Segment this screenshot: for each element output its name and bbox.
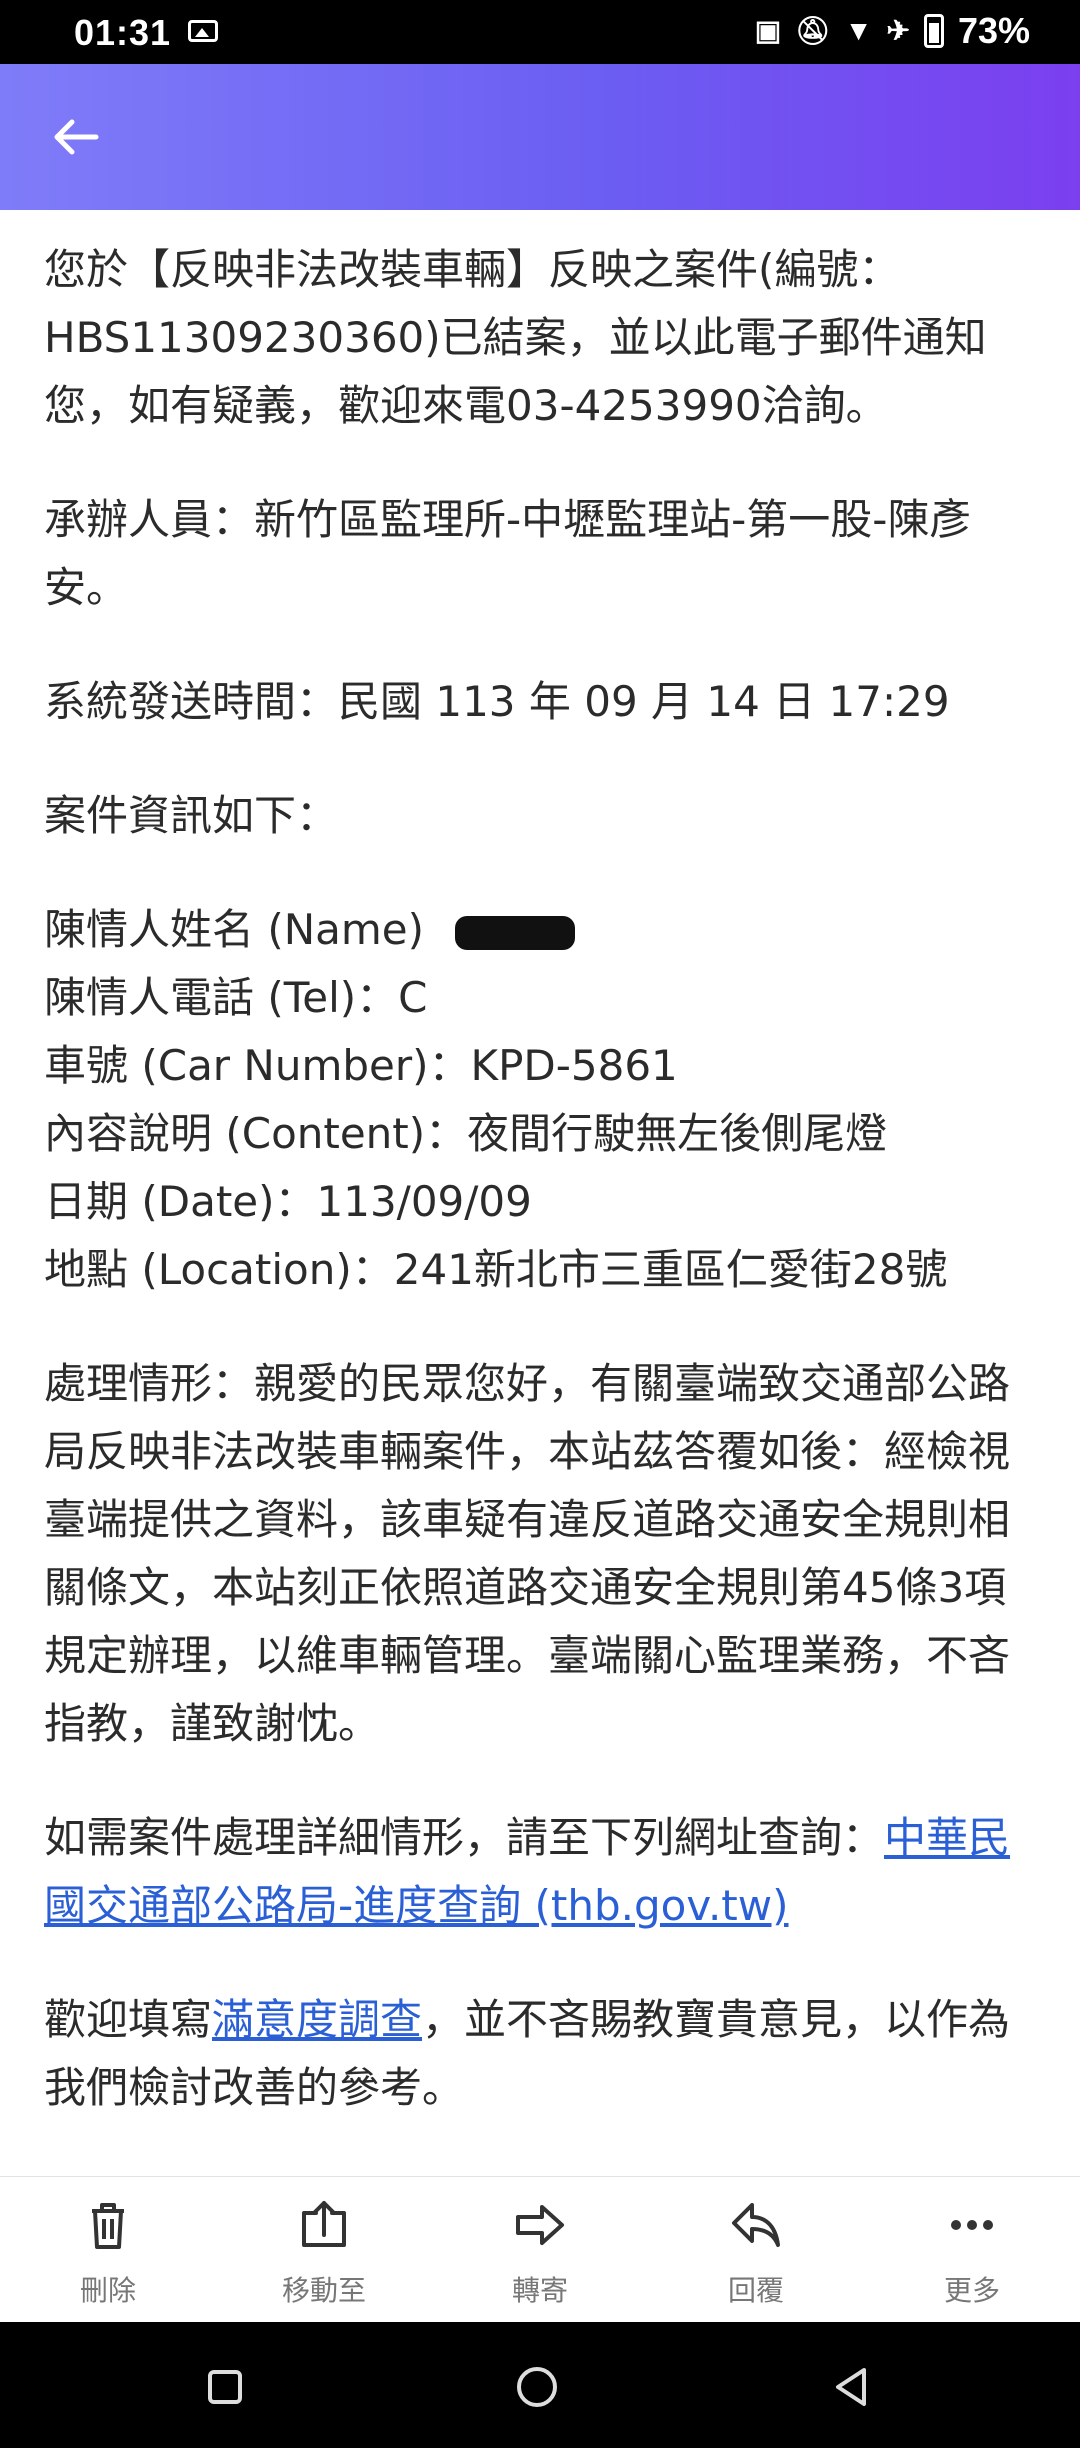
email-action-bar: 刪除 移動至 轉寄 回覆 更多 [0, 2176, 1080, 2323]
forward-label: 轉寄 [511, 2274, 568, 2307]
more-label: 更多 [943, 2274, 1000, 2307]
forward-icon [516, 2205, 564, 2245]
battery-percent: 73% [957, 10, 1030, 51]
move-to-icon [302, 2201, 346, 2247]
system-nav-bar [0, 2322, 1080, 2448]
status-time: 01:31 [74, 12, 172, 53]
case-info-list: 陳情人姓名 (Name) 陳情人電話 (Tel)：C 車號 (Car Numbe… [44, 896, 1044, 1304]
query-text: 如需案件處理詳細情形，請至下列網址查詢： [44, 1813, 885, 1862]
back-arrow-icon[interactable] [46, 107, 106, 167]
home-icon[interactable] [502, 2352, 572, 2422]
info-tel-label: 陳情人電話 (Tel)：C [44, 973, 428, 1022]
status-icons: ▣ 🔕︎ ▼ ✈︎ 73% [755, 10, 1030, 52]
more-button[interactable]: 更多 [864, 2177, 1080, 2323]
case-info-heading: 案件資訊如下： [44, 791, 339, 840]
redacted-name [455, 915, 576, 950]
info-car: 車號 (Car Number)：KPD-5861 [44, 1041, 678, 1090]
info-name: 陳情人姓名 (Name) [44, 896, 1044, 964]
survey-pre: 歡迎填寫 [44, 1995, 213, 2044]
survey-paragraph: 歡迎填寫滿意度調查，並不吝賜教寶貴意見，以作為我們檢討改善的參考。 [44, 1986, 1044, 2122]
more-icon [951, 2220, 993, 2230]
back-nav-icon[interactable] [816, 2352, 886, 2422]
app-bar [0, 64, 1080, 210]
info-location: 地點 (Location)：241新北市三重區仁愛街28號 [44, 1245, 948, 1294]
auto-hz-icon: ▣ [754, 15, 782, 46]
wifi-icon: ▼ [844, 15, 873, 46]
mute-icon: 🔕︎ [795, 15, 831, 46]
info-content: 內容說明 (Content)：夜間行駛無左後側尾燈 [44, 1109, 888, 1158]
move-to-label: 移動至 [281, 2274, 366, 2307]
delete-label: 刪除 [79, 2274, 136, 2307]
reply-icon [732, 2203, 780, 2247]
info-tel: 陳情人電話 (Tel)：C [44, 964, 1044, 1032]
reply-label: 回覆 [727, 2274, 784, 2307]
handling-paragraph: 處理情形：親愛的民眾您好，有關臺端致交通部公路局反映非法改裝車輛案件，本站茲答覆… [44, 1359, 1011, 1748]
image-notification-icon [188, 20, 218, 42]
case-closed-paragraph: 您於【反映非法改裝車輛】反映之案件(編號：HBS11309230360)已結案，… [44, 245, 987, 430]
recents-icon[interactable] [190, 2352, 260, 2422]
satisfaction-survey-link[interactable]: 滿意度調查 [212, 1995, 422, 2044]
email-body: 您於【反映非法改裝車輛】反映之案件(編號：HBS11309230360)已結案，… [44, 236, 1044, 2168]
query-paragraph: 如需案件處理詳細情形，請至下列網址查詢：中華民國交通部公路局-進度查詢 (thb… [44, 1804, 1044, 1940]
airplane-icon: ✈︎ [886, 15, 910, 46]
move-to-button[interactable]: 移動至 [216, 2177, 432, 2323]
status-bar: 01:31 ▣ 🔕︎ ▼ ✈︎ 73% [0, 0, 1080, 64]
delete-button[interactable]: 刪除 [0, 2177, 216, 2323]
forward-button[interactable]: 轉寄 [432, 2177, 648, 2323]
info-name-label: 陳情人姓名 (Name) [44, 905, 425, 954]
trash-icon [92, 2203, 124, 2249]
info-date: 日期 (Date)：113/09/09 [44, 1177, 532, 1226]
handler-paragraph: 承辦人員：新竹區監理所-中壢監理站-第一股-陳彥安。 [44, 495, 972, 612]
sent-time-paragraph: 系統發送時間：民國 113 年 09 月 14 日 17:29 [44, 677, 950, 726]
battery-icon [923, 14, 944, 48]
reply-button[interactable]: 回覆 [648, 2177, 864, 2323]
